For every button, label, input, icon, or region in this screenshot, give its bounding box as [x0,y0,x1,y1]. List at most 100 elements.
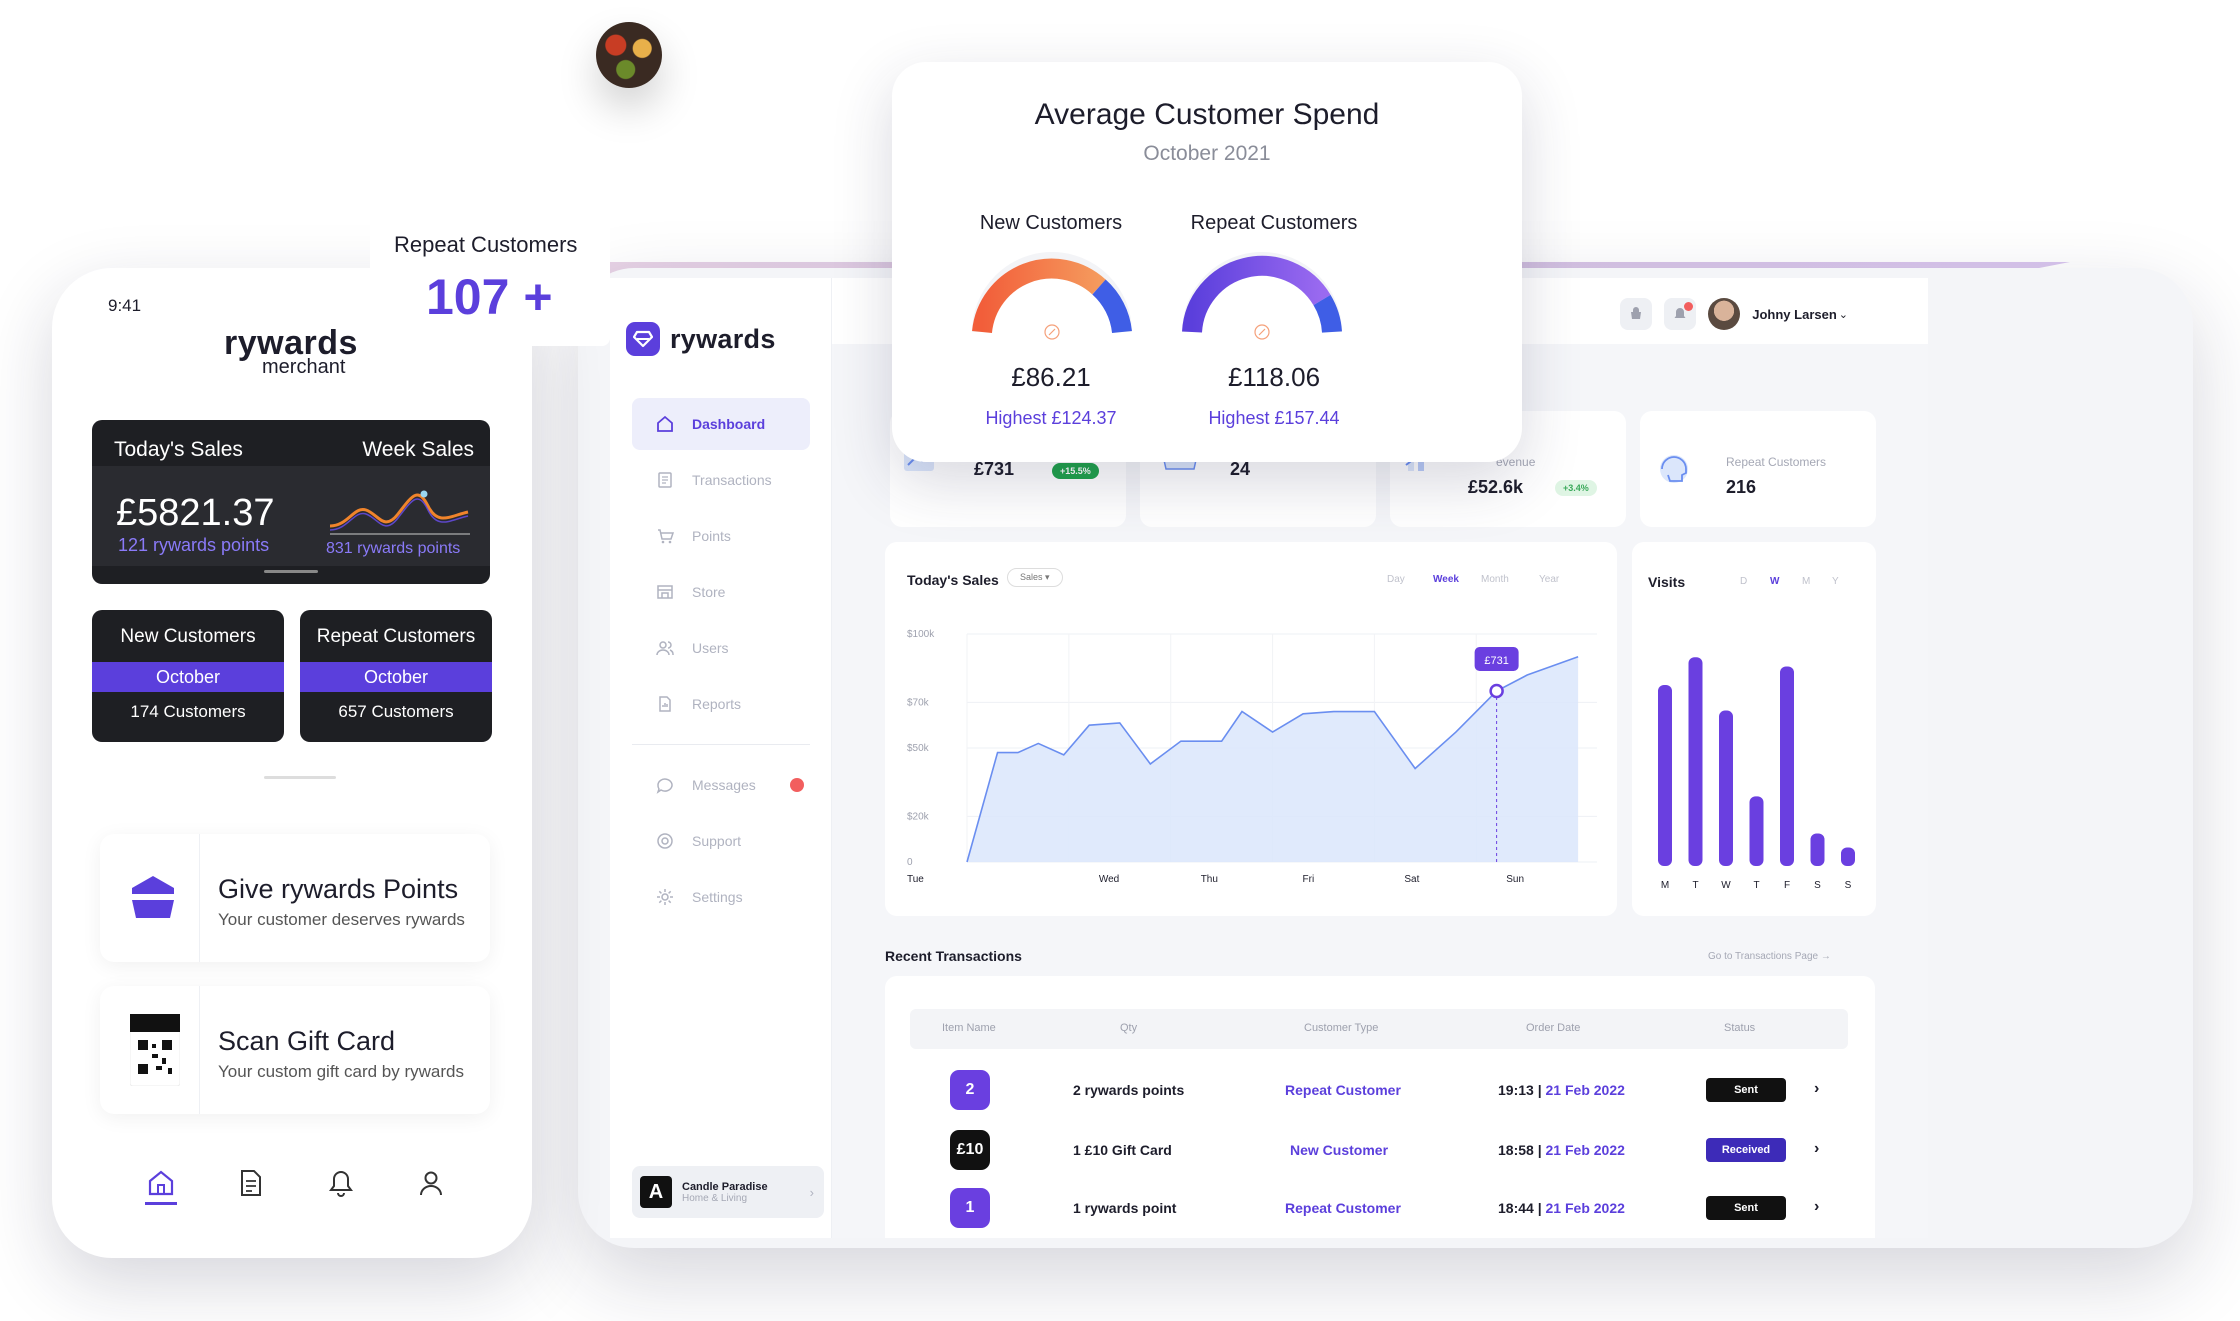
repeat-customers-title: Repeat Customers [316,626,476,647]
th-status: Status [1724,1022,1756,1034]
chat-icon [656,776,674,794]
shop-button[interactable] [1620,298,1653,330]
row-date: 21 Feb 2022 [1545,1082,1625,1098]
repeat-customers-period: October [300,662,492,692]
store-switcher[interactable]: A Candle Paradise Home & Living › [632,1166,824,1218]
sidebar-item-reports[interactable]: Reports [632,678,810,730]
qr-card-icon [130,1014,180,1086]
status-time: 9:41 [108,296,142,315]
visits-card: Visits D W M Y MTWTFSS [1632,542,1876,916]
scan-gift-title: Scan Gift Card [218,1026,396,1056]
status-badge: Received [1706,1138,1786,1162]
topbar-actions: Johny Larsen ⌄ [1620,298,1848,330]
sidebar-item-label: Dashboard [692,416,766,432]
sidebar-item-label: Support [692,833,742,849]
chevron-down-icon[interactable]: ⌄ [1839,308,1848,321]
sidebar-item-transactions[interactable]: Transactions [632,454,810,506]
sales-chart-card: Today's Sales Sales ▾ Day Week Month Yea… [885,542,1617,916]
x-tick-label: Tue [907,874,924,885]
tab-profile[interactable] [416,1168,446,1198]
visits-x-label: M [1661,880,1669,891]
scan-gift-card[interactable]: Scan Gift Card Your custom gift card by … [100,986,490,1114]
user-avatar[interactable] [1708,298,1741,330]
row-qty: 2 rywards points [1073,1082,1185,1098]
visits-bar [1658,685,1672,866]
row-chevron-icon[interactable]: › [1814,1080,1819,1098]
food-photo-avatar [596,22,662,88]
sidebar-item-label: Users [692,640,729,656]
tab-documents[interactable] [236,1168,266,1198]
visits-bar [1780,666,1794,866]
arrow-right-icon: → [1820,951,1831,962]
tab-notifications[interactable] [326,1168,356,1198]
badge-value: 107 + [426,269,553,325]
gauge-new-label: New Customers [979,212,1123,234]
kpi-value: 216 [1726,477,1757,497]
home-icon [148,1170,174,1196]
visits-bar [1688,657,1703,866]
row-chevron-icon[interactable]: › [1814,1198,1819,1216]
x-tick-label: Sun [1506,874,1524,885]
th-date: Order Date [1526,1022,1581,1034]
kpi-card-repeat[interactable]: Repeat Customers 216 [1640,411,1876,527]
today-points: 121 rywards points [118,535,270,555]
new-customers-count: 174 Customers [130,702,246,721]
sidebar-item-points[interactable]: Points [632,510,810,562]
row-order-date: 18:58 | 21 Feb 2022 [1498,1142,1625,1158]
sidebar-item-support[interactable]: Support [632,815,810,867]
sidebar-item-store[interactable]: Store [632,566,810,618]
transactions-title: Recent Transactions [885,948,1022,964]
gauge-new-highest: Highest £124.37 [948,408,1154,429]
week-sparkline [329,490,470,535]
gauge-new-value: £86.21 [1011,362,1091,392]
sidebar-item-label: Store [692,584,726,600]
sidebar-item-label: Points [692,528,731,544]
sidebar-item-dashboard[interactable]: Dashboard [632,398,810,450]
chevron-right-icon: › [809,1184,814,1200]
row-chevron-icon[interactable]: › [1814,1140,1819,1158]
head-icon [1660,455,1688,483]
bell-icon [329,1170,353,1197]
give-points-card[interactable]: Give rywards Points Your customer deserv… [100,834,490,962]
sidebar-item-messages[interactable]: Messages [632,759,810,811]
kpi-value: £52.6k [1468,477,1524,497]
visits-x-label: S [1845,880,1852,891]
status-badge: Sent [1706,1196,1786,1220]
user-name[interactable]: Johny Larsen [1752,307,1837,322]
transactions-link[interactable]: Go to Transactions Page → [1708,951,1831,962]
profile-icon [420,1171,442,1196]
row-item-badge: 1 [950,1188,990,1228]
th-item: Item Name [942,1022,996,1034]
visits-bar [1841,847,1855,866]
new-customers-title: New Customers [120,626,256,647]
sidebar-item-users[interactable]: Users [632,622,810,674]
row-time: 18:58 [1498,1142,1534,1158]
new-customers-card[interactable]: New Customers October 174 Customers [92,610,284,742]
row-time: 19:13 [1498,1082,1534,1098]
brand-logo-icon [626,322,660,356]
week-points: 831 rywards points [326,540,461,557]
y-tick-label: $100k [907,629,935,640]
brand: rywards [626,322,776,356]
tab-home[interactable] [146,1168,176,1198]
kpi-change-badge: +3.4% [1555,480,1597,496]
store-name: Candle Paradise [682,1180,768,1193]
gauge-repeat-label: Repeat Customers [1190,212,1358,234]
reports-icon [656,695,674,713]
repeat-customers-card[interactable]: Repeat Customers October 657 Customers [300,610,492,742]
sales-summary-card[interactable]: Today's Sales Week Sales £5821.37 121 ry… [92,420,490,584]
sidebar-item-settings[interactable]: Settings [632,871,810,923]
store-category: Home & Living [682,1192,748,1204]
sidebar-nav: Dashboard Transactions Points Store Users Rep… [610,398,832,927]
today-sales-label: Today's Sales [114,438,243,461]
rywards-logo-icon [132,876,174,918]
th-qty: Qty [1120,1022,1138,1034]
notifications-button[interactable] [1664,298,1697,330]
row-qty: 1 rywards point [1073,1200,1177,1216]
visits-x-label: S [1814,880,1821,891]
y-tick-label: $70k [907,697,930,708]
sidebar-divider [632,744,810,745]
row-customer-type: Repeat Customer [1285,1082,1401,1098]
kpi-label: Repeat Customers [1726,455,1827,469]
active-tab-indicator [145,1202,177,1205]
